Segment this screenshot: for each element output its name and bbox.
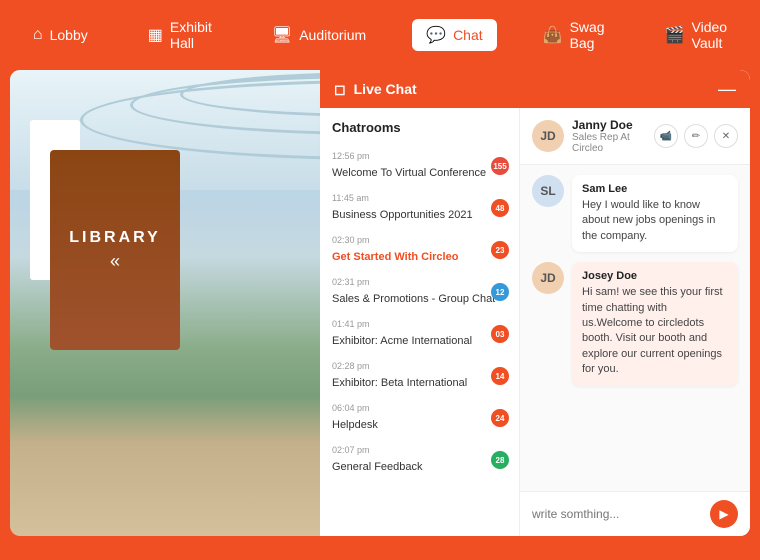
chatroom-helpdesk[interactable]: 06:04 pm Helpdesk 24 [320,397,519,439]
nav-swag-bag[interactable]: 👜 Swag Bag [529,13,619,57]
msg-text-josey: Hi sam! we see this your first time chat… [582,285,728,377]
msg-sender-sam: Sam Lee [582,183,728,195]
chatroom-beta[interactable]: 02:28 pm Exhibitor: Beta International 1… [320,355,519,397]
nav-lobby[interactable]: ⌂ Lobby [19,20,102,50]
video-icon: 🎬 [665,25,685,45]
chat-panel-title: ◻ Live Chat [334,81,417,98]
close-button[interactable]: ✕ [714,124,738,148]
swagbag-icon: 👜 [543,25,563,45]
chatroom-circleo[interactable]: 02:30 pm Get Started With Circleo 23 [320,229,519,271]
active-user-info: Janny Doe Sales Rep At Circleo [572,118,646,154]
chatroom-business[interactable]: 11:45 am Business Opportunities 2021 48 [320,187,519,229]
msg-sender-josey: Josey Doe [582,270,728,282]
nav-auditorium[interactable]: 🖥 Auditorium [258,19,380,51]
active-user-name: Janny Doe [572,118,646,132]
nav-exhibit-hall[interactable]: ▦ Exhibit Hall [134,13,226,57]
nav-chat[interactable]: 💬 Chat [412,19,497,51]
header-actions: 📹 ✏ ✕ [654,124,738,148]
send-button[interactable]: ▶ [710,500,738,528]
chatroom-welcome[interactable]: 12:56 pm Welcome To Virtual Conference 1… [320,145,519,187]
chat-panel-body: Chatrooms 12:56 pm Welcome To Virtual Co… [320,108,750,536]
msg-text-sam: Hey I would like to know about new jobs … [582,198,728,244]
messages-panel: JD Janny Doe Sales Rep At Circleo 📹 ✏ ✕ … [520,108,750,536]
josey-avatar: JD [532,262,564,294]
chat-icon: 💬 [426,25,446,45]
home-icon: ⌂ [33,26,43,44]
chatroom-feedback[interactable]: 02:07 pm General Feedback 28 [320,439,519,481]
active-user-avatar: JD [532,120,564,152]
live-chat-label: Live Chat [354,81,417,97]
chatrooms-title: Chatrooms [320,120,519,145]
library-label: LIBRARY [69,229,161,247]
message-bubble-josey: Josey Doe Hi sam! we see this your first… [572,262,738,385]
nav-video-vault[interactable]: 🎬 Video Vault [651,13,741,57]
message-bubble-sam: Sam Lee Hey I would like to know about n… [572,175,738,252]
edit-button[interactable]: ✏ [684,124,708,148]
message-item: SL Sam Lee Hey I would like to know abou… [532,175,738,252]
sam-avatar: SL [532,175,564,207]
chatroom-acme[interactable]: 01:41 pm Exhibitor: Acme International 0… [320,313,519,355]
live-chat-icon: ◻ [334,81,346,98]
chat-input-area: ▶ [520,491,750,536]
chat-panel: ◻ Live Chat — Chatrooms 12:56 pm Welcome… [320,70,750,536]
active-user-role: Sales Rep At Circleo [572,132,646,154]
chatrooms-list: Chatrooms 12:56 pm Welcome To Virtual Co… [320,108,520,536]
library-banner: LIBRARY « [50,150,180,350]
messages-user-header: JD Janny Doe Sales Rep At Circleo 📹 ✏ ✕ [520,108,750,165]
chat-panel-header: ◻ Live Chat — [320,70,750,108]
main-content: Ontomedia LIBRARY « ◻ Live Chat — Chatro… [10,70,750,536]
messages-list: SL Sam Lee Hey I would like to know abou… [520,165,750,491]
exhibit-icon: ▦ [148,25,163,45]
chat-input[interactable] [532,507,702,521]
chatroom-sales[interactable]: 02:31 pm Sales & Promotions - Group Chat… [320,271,519,313]
auditorium-icon: 🖥 [272,25,292,45]
minimize-button[interactable]: — [718,80,736,98]
message-item: JD Josey Doe Hi sam! we see this your fi… [532,262,738,385]
navigation: ⌂ Lobby ▦ Exhibit Hall 🖥 Auditorium 💬 Ch… [0,0,760,70]
video-call-button[interactable]: 📹 [654,124,678,148]
library-arrows: « [110,251,120,272]
